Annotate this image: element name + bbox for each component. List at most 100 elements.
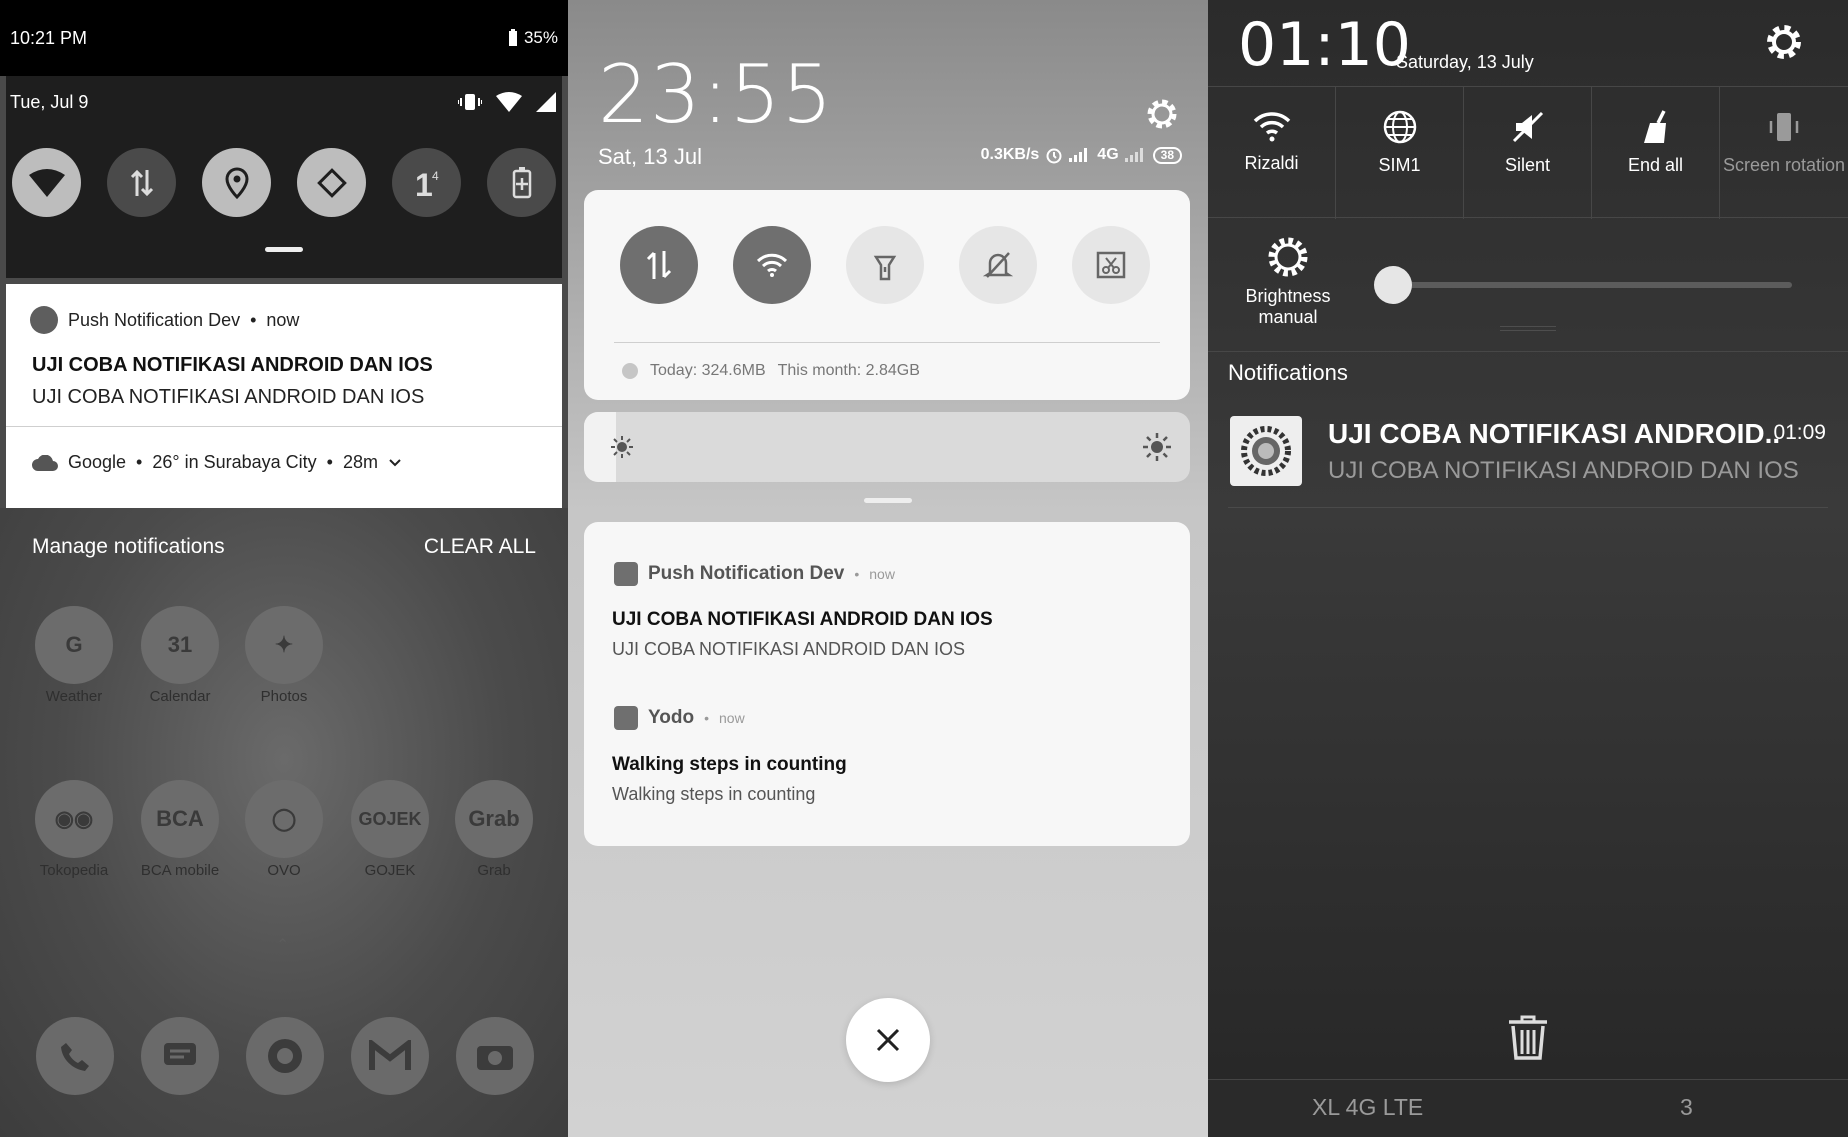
rotation-icon <box>1769 113 1799 141</box>
date[interactable]: Saturday, 13 July <box>1396 52 1534 73</box>
battery-saver-tile[interactable] <box>487 148 556 217</box>
notification-body: UJI COBA NOTIFIKASI ANDROID DAN IOS <box>32 386 425 408</box>
drag-handle[interactable] <box>864 498 912 503</box>
globe-icon <box>1383 110 1416 144</box>
auto-rotate-tile[interactable] <box>297 148 366 217</box>
brightness-track[interactable] <box>1388 282 1792 288</box>
flashlight-toggle[interactable] <box>846 226 924 304</box>
chevron-up-icon[interactable]: ⌃ <box>276 935 289 955</box>
location-tile[interactable] <box>202 148 271 217</box>
app-weather[interactable]: G Weather <box>34 606 114 705</box>
clear-all-button[interactable]: CLEAR ALL <box>424 535 536 559</box>
cloud-icon <box>32 454 58 471</box>
chrome-icon[interactable] <box>246 1017 324 1095</box>
mobile-data-toggle[interactable] <box>620 226 698 304</box>
sim1-toggle[interactable]: SIM1 <box>1336 87 1464 219</box>
messages-icon[interactable] <box>141 1017 219 1095</box>
chevron-down-icon <box>389 458 401 466</box>
mute-toggle[interactable] <box>959 226 1037 304</box>
weather-age: 28m <box>342 452 378 472</box>
clock[interactable]: 23:55 <box>598 48 834 141</box>
vibrate-icon <box>458 94 482 110</box>
notification-title[interactable]: UJI COBA NOTIFIKASI ANDROID DAN IOS <box>612 609 993 631</box>
trash-icon[interactable] <box>1507 1014 1549 1060</box>
qs-status-icons <box>458 92 556 112</box>
app-gojek[interactable]: GOJEK GOJEK <box>350 780 430 879</box>
camera-icon[interactable] <box>456 1017 534 1095</box>
notification-time: 01:09 <box>1773 421 1826 444</box>
brightness-slider[interactable] <box>584 412 1190 482</box>
drag-handle[interactable] <box>1500 326 1556 331</box>
signal-icon <box>536 92 556 112</box>
clock[interactable]: 01:10 <box>1238 10 1411 80</box>
silent-toggle[interactable]: Silent <box>1464 87 1592 219</box>
app-icon <box>30 306 58 334</box>
notification-card[interactable]: Push Notification Dev • now UJI COBA NOT… <box>6 284 562 508</box>
notification-header: Yodo • now <box>614 706 745 730</box>
battery-percent: 35% <box>523 28 558 47</box>
signal-sim2-icon <box>1124 148 1143 162</box>
battery-plus-icon <box>512 166 531 198</box>
screenshot-toggle[interactable] <box>1072 226 1150 304</box>
app-ovo[interactable]: ◯ OVO <box>244 780 324 879</box>
brightness-low-icon <box>611 436 633 458</box>
gmail-icon[interactable] <box>351 1017 429 1095</box>
one-handed-tile[interactable]: 14 <box>392 148 461 217</box>
brightness-mode[interactable]: Brightness manual <box>1224 234 1352 328</box>
app-calendar[interactable]: 31 Calendar <box>140 606 220 705</box>
battery-icon <box>508 29 517 46</box>
drag-handle[interactable] <box>265 247 303 252</box>
carrier-name: XL 4G LTE <box>1312 1094 1424 1120</box>
date[interactable]: Sat, 13 Jul <box>598 144 702 170</box>
notification-body: UJI COBA NOTIFIKASI ANDROID DAN IOS <box>612 639 966 659</box>
broom-icon <box>1643 110 1666 143</box>
usage-month: This month: 2.84GB <box>777 362 920 379</box>
notification-time: now <box>869 566 895 582</box>
notification-header: Push Notification Dev • now <box>30 306 299 334</box>
svg-text:1: 1 <box>415 167 433 200</box>
notification-time: now <box>266 309 300 330</box>
rotate-icon <box>316 167 347 198</box>
bell-off-icon <box>983 252 1013 278</box>
screen-rotation-toggle[interactable]: Screen rotation <box>1720 87 1848 219</box>
phone-icon[interactable] <box>36 1017 114 1095</box>
notifications-card: Push Notification Dev • now UJI COBA NOT… <box>584 522 1190 846</box>
scissors-icon <box>1096 251 1126 279</box>
dot-separator: • <box>250 309 257 330</box>
app-icon <box>614 706 638 730</box>
data-arrows-icon <box>130 169 153 196</box>
quick-toggles: Rizaldi SIM1 Silent End all Screen rotat… <box>1208 86 1848 219</box>
weather-summary: 26° in Surabaya City <box>152 452 317 472</box>
end-all-toggle[interactable]: End all <box>1592 87 1720 219</box>
wifi-toggle[interactable]: Rizaldi <box>1208 87 1336 219</box>
app-icon <box>614 562 638 586</box>
weather-app-name: Google <box>68 452 127 472</box>
weather-notification[interactable]: Google • 26° in Surabaya City • 28m <box>32 452 402 473</box>
settings-gear-icon[interactable] <box>1144 96 1180 132</box>
app-bca-mobile[interactable]: BCA BCA mobile <box>140 780 220 879</box>
gojek-app-icon: GOJEK <box>351 780 429 858</box>
brightness-knob[interactable] <box>1374 266 1412 304</box>
brightness-label: Brightness <box>1245 286 1331 306</box>
clear-all-button[interactable] <box>846 998 930 1082</box>
wifi-toggle[interactable] <box>733 226 811 304</box>
notification-title[interactable]: Walking steps in counting <box>612 754 847 776</box>
divider <box>1228 507 1828 508</box>
notification-app-name: Push Notification Dev <box>68 309 241 330</box>
wifi-tile[interactable] <box>12 148 81 217</box>
divider <box>6 426 562 427</box>
location-pin-icon <box>224 166 249 199</box>
notification-title[interactable]: UJI COBA NOTIFIKASI ANDROID.. <box>1328 418 1780 450</box>
manage-notifications-button[interactable]: Manage notifications <box>32 535 225 559</box>
carrier-bar: XL 4G LTE 3 <box>1208 1079 1848 1137</box>
data-usage[interactable]: Today: 324.6MB This month: 2.84GB <box>622 362 920 380</box>
settings-gear-icon[interactable] <box>1764 22 1804 62</box>
app-photos[interactable]: ✦ Photos <box>244 606 324 705</box>
status-bar: 0.3KB/s 4G 38 <box>981 146 1182 164</box>
app-tokopedia[interactable]: ◉◉ Tokopedia <box>34 780 114 879</box>
status-bar: 10:21 PM 35% <box>0 0 568 76</box>
bca-app-icon: BCA <box>141 780 219 858</box>
app-grab[interactable]: Grab Grab <box>454 780 534 879</box>
notification-title: UJI COBA NOTIFIKASI ANDROID DAN IOS <box>32 354 433 376</box>
mobile-data-tile[interactable] <box>107 148 176 217</box>
